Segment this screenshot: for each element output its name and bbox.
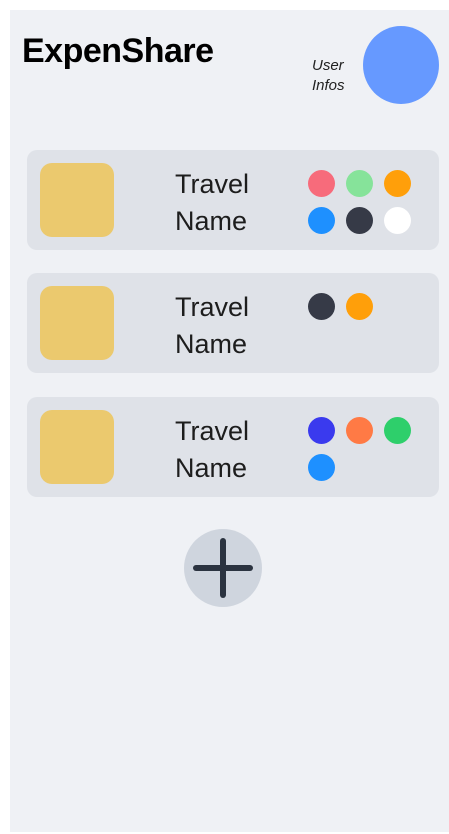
avatar[interactable] xyxy=(363,26,439,104)
add-travel-button[interactable] xyxy=(184,529,262,607)
participant-dot xyxy=(346,170,373,197)
app-title: ExpenShare xyxy=(22,32,214,70)
participant-dot xyxy=(346,417,373,444)
participant-dot xyxy=(384,417,411,444)
participant-dot xyxy=(308,293,335,320)
participant-dot xyxy=(384,170,411,197)
travel-name: Travel Name xyxy=(175,166,295,240)
app-screen: ExpenShare User Infos Travel Name Travel Na… xyxy=(10,10,449,832)
participant-dots xyxy=(308,417,428,481)
travel-name: Travel Name xyxy=(175,413,295,487)
participant-dot xyxy=(308,417,335,444)
participant-dot xyxy=(346,293,373,320)
travel-name-line2: Name xyxy=(175,453,248,483)
travel-card[interactable]: Travel Name xyxy=(27,150,439,250)
travel-name-line2: Name xyxy=(175,329,248,359)
travel-name-line1: Travel xyxy=(175,292,250,322)
travel-card[interactable]: Travel Name xyxy=(27,273,439,373)
travel-card[interactable]: Travel Name xyxy=(27,397,439,497)
travel-name-line1: Travel xyxy=(175,416,250,446)
travel-name-line2: Name xyxy=(175,206,248,236)
travel-thumbnail xyxy=(40,286,114,360)
participant-dot xyxy=(384,207,411,234)
travel-thumbnail xyxy=(40,410,114,484)
participant-dot xyxy=(346,207,373,234)
participant-dot xyxy=(308,454,335,481)
participant-dots xyxy=(308,293,428,320)
participant-dot xyxy=(308,170,335,197)
travel-name: Travel Name xyxy=(175,289,295,363)
participant-dots xyxy=(308,170,428,234)
travel-name-line1: Travel xyxy=(175,169,250,199)
travel-thumbnail xyxy=(40,163,114,237)
participant-dot xyxy=(308,207,335,234)
infos-label: Infos xyxy=(312,77,345,94)
